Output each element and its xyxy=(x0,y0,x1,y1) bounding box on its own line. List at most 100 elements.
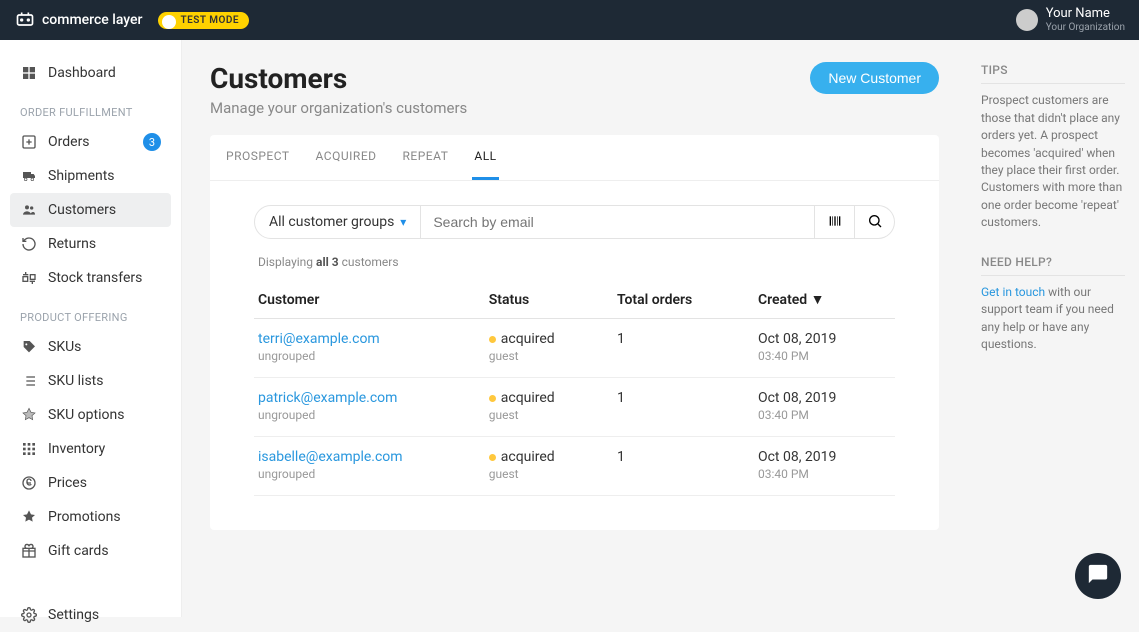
status-dot-icon xyxy=(489,454,496,461)
status-value: acquired xyxy=(489,449,609,465)
sidebar-item-settings[interactable]: Settings xyxy=(10,598,171,632)
tabs: PROSPECT ACQUIRED REPEAT ALL xyxy=(210,135,939,181)
sidebar-item-promotions[interactable]: Promotions xyxy=(10,500,171,534)
gift-cards-icon xyxy=(20,542,38,560)
topbar: commerce layer TEST MODE Your Name Your … xyxy=(0,0,1139,40)
sidebar-item-inventory[interactable]: Inventory xyxy=(10,432,171,466)
status-sub: guest xyxy=(489,349,609,363)
card-inner: All customer groups ▾ Displaying all 3 c… xyxy=(210,181,939,530)
page-subtitle: Manage your organization's customers xyxy=(210,99,467,117)
created-date: Oct 08, 2019 xyxy=(758,331,891,347)
search-button[interactable] xyxy=(855,205,895,239)
sidebar-item-stock-transfers[interactable]: Stock transfers xyxy=(10,261,171,295)
sidebar-item-label: Customers xyxy=(48,202,116,218)
user-org: Your Organization xyxy=(1046,22,1125,33)
sidebar-item-label: Returns xyxy=(48,236,96,252)
page-title: Customers xyxy=(210,62,467,95)
sidebar-item-returns[interactable]: Returns xyxy=(10,227,171,261)
help-section: NEED HELP? Get in touch with our support… xyxy=(981,254,1125,354)
sidebar-item-label: Shipments xyxy=(48,168,115,184)
gear-icon xyxy=(20,606,38,624)
customer-group: ungrouped xyxy=(258,349,481,363)
sku-options-icon xyxy=(20,406,38,424)
created-time: 03:40 PM xyxy=(758,408,891,422)
tab-acquired[interactable]: ACQUIRED xyxy=(314,135,379,180)
returns-icon xyxy=(20,235,38,253)
new-customer-button[interactable]: New Customer xyxy=(810,62,939,94)
customer-group: ungrouped xyxy=(258,408,481,422)
col-status[interactable]: Status xyxy=(485,283,613,319)
filter-row: All customer groups ▾ xyxy=(254,205,895,239)
customers-table: Customer Status Total orders Created ▼ t… xyxy=(254,283,895,496)
sidebar-item-sku-options[interactable]: SKU options xyxy=(10,398,171,432)
group-select-label: All customer groups xyxy=(269,214,394,230)
status-sub: guest xyxy=(489,467,609,481)
created-date: Oct 08, 2019 xyxy=(758,390,891,406)
sku-lists-icon xyxy=(20,372,38,390)
layout: Dashboard ORDER FULFILLMENT Orders 3 Shi… xyxy=(0,40,1139,617)
orders-icon xyxy=(20,133,38,151)
sidebar-item-prices[interactable]: Prices xyxy=(10,466,171,500)
col-created[interactable]: Created ▼ xyxy=(754,283,895,319)
col-orders[interactable]: Total orders xyxy=(613,283,754,319)
tab-prospect[interactable]: PROSPECT xyxy=(224,135,292,180)
search-input[interactable] xyxy=(421,205,815,239)
customers-icon xyxy=(20,201,38,219)
orders-badge: 3 xyxy=(143,133,161,151)
sidebar-item-label: SKUs xyxy=(48,339,81,355)
sidebar-heading-orders: ORDER FULFILLMENT xyxy=(10,90,171,125)
sidebar-item-label: Promotions xyxy=(48,509,121,525)
status-value: acquired xyxy=(489,390,609,406)
col-customer[interactable]: Customer xyxy=(254,283,485,319)
tips-body: Prospect customers are those that didn't… xyxy=(981,92,1125,231)
created-time: 03:40 PM xyxy=(758,467,891,481)
sidebar-item-skus[interactable]: SKUs xyxy=(10,330,171,364)
card: PROSPECT ACQUIRED REPEAT ALL All custome… xyxy=(210,135,939,530)
tab-repeat[interactable]: REPEAT xyxy=(401,135,451,180)
chat-bubble[interactable] xyxy=(1075,553,1121,599)
search-icon xyxy=(867,213,883,232)
tips-section: TIPS Prospect customers are those that d… xyxy=(981,62,1125,232)
status-value: acquired xyxy=(489,331,609,347)
skus-icon xyxy=(20,338,38,356)
group-select[interactable]: All customer groups ▾ xyxy=(254,205,421,239)
stock-transfers-icon xyxy=(20,269,38,287)
sidebar-item-shipments[interactable]: Shipments xyxy=(10,159,171,193)
sidebar-item-label: Inventory xyxy=(48,441,105,457)
sidebar-item-orders[interactable]: Orders 3 xyxy=(10,125,171,159)
orders-value: 1 xyxy=(613,437,754,496)
help-link[interactable]: Get in touch xyxy=(981,285,1045,299)
tips-heading: TIPS xyxy=(981,62,1125,84)
user-menu[interactable]: Your Name Your Organization xyxy=(1016,7,1125,32)
sidebar-item-gift-cards[interactable]: Gift cards xyxy=(10,534,171,568)
topbar-left: commerce layer TEST MODE xyxy=(14,9,249,31)
orders-value: 1 xyxy=(613,319,754,378)
sidebar-item-sku-lists[interactable]: SKU lists xyxy=(10,364,171,398)
sidebar-item-dashboard[interactable]: Dashboard xyxy=(10,56,171,90)
customer-email[interactable]: terri@example.com xyxy=(258,331,481,347)
created-time: 03:40 PM xyxy=(758,349,891,363)
tab-all[interactable]: ALL xyxy=(472,135,498,180)
title-block: Customers Manage your organization's cus… xyxy=(210,62,467,117)
inventory-icon xyxy=(20,440,38,458)
logo[interactable]: commerce layer xyxy=(14,9,142,31)
test-mode-toggle[interactable]: TEST MODE xyxy=(158,12,249,29)
barcode-icon xyxy=(827,213,843,232)
status-dot-icon xyxy=(489,336,496,343)
sidebar-item-label: Dashboard xyxy=(48,65,116,81)
dashboard-icon xyxy=(20,64,38,82)
logo-icon xyxy=(14,9,36,31)
prices-icon xyxy=(20,474,38,492)
sidebar-heading-product: PRODUCT OFFERING xyxy=(10,295,171,330)
customer-email[interactable]: isabelle@example.com xyxy=(258,449,481,465)
table-row[interactable]: patrick@example.comungrouped acquiredgue… xyxy=(254,378,895,437)
barcode-scan-button[interactable] xyxy=(815,205,855,239)
sidebar-item-customers[interactable]: Customers xyxy=(10,193,171,227)
created-date: Oct 08, 2019 xyxy=(758,449,891,465)
help-body: Get in touch with our support team if yo… xyxy=(981,284,1125,354)
rightbar: TIPS Prospect customers are those that d… xyxy=(967,40,1139,617)
table-row[interactable]: isabelle@example.comungrouped acquiredgu… xyxy=(254,437,895,496)
customer-email[interactable]: patrick@example.com xyxy=(258,390,481,406)
table-row[interactable]: terri@example.com ungrouped acquired guest… xyxy=(254,319,895,378)
sidebar-item-label: Orders xyxy=(48,134,90,150)
